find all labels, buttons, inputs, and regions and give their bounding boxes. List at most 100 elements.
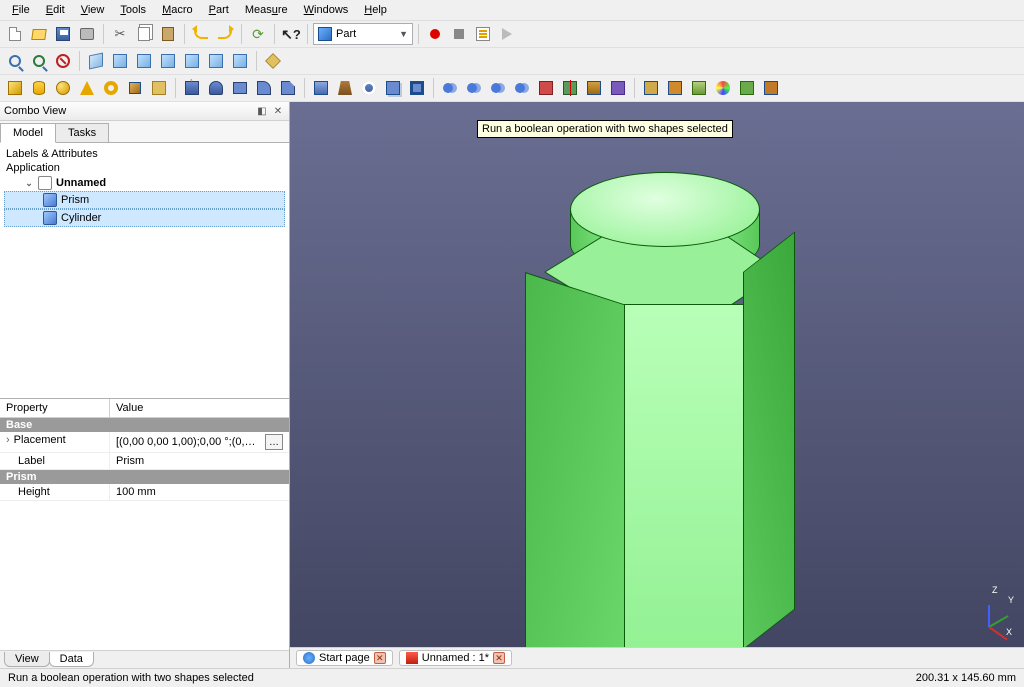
isometric-button[interactable] xyxy=(85,50,107,72)
cylinder-button[interactable] xyxy=(28,77,50,99)
tab-data[interactable]: Data xyxy=(49,652,94,667)
shape-builder-button[interactable] xyxy=(148,77,170,99)
menu-help[interactable]: Help xyxy=(356,2,395,18)
menubar: File Edit View Tools Macro Part Measure … xyxy=(0,0,1024,21)
compound-button[interactable] xyxy=(607,77,629,99)
property-panel: Property Value Base ›Placement [(0,00 0,… xyxy=(0,398,289,668)
boolean-button[interactable] xyxy=(439,77,461,99)
macro-record-button[interactable] xyxy=(424,23,446,45)
status-message: Run a boolean operation with two shapes … xyxy=(8,672,254,684)
revolve-button[interactable] xyxy=(205,77,227,99)
cut-button[interactable]: ✂ xyxy=(109,23,131,45)
ruled-surface-button[interactable] xyxy=(310,77,332,99)
menu-part[interactable]: Part xyxy=(201,2,237,18)
undock-button[interactable]: ◧ xyxy=(255,104,269,118)
placement-label: Placement xyxy=(14,434,66,446)
tab-view[interactable]: View xyxy=(4,652,50,667)
common-button[interactable] xyxy=(511,77,533,99)
document-icon xyxy=(38,176,52,190)
label-value[interactable]: Prism xyxy=(110,453,289,469)
primitives-button[interactable] xyxy=(124,77,146,99)
macro-play-button[interactable] xyxy=(496,23,518,45)
menu-measure[interactable]: Measure xyxy=(237,2,296,18)
menu-view[interactable]: View xyxy=(73,2,113,18)
save-button[interactable] xyxy=(52,23,74,45)
close-tab-button[interactable]: ✕ xyxy=(374,652,386,664)
cone-button[interactable] xyxy=(76,77,98,99)
refresh-button[interactable]: ⟳ xyxy=(247,23,269,45)
close-tab-button[interactable]: ✕ xyxy=(493,652,505,664)
menu-windows[interactable]: Windows xyxy=(296,2,357,18)
menu-macro[interactable]: Macro xyxy=(154,2,201,18)
front-button[interactable] xyxy=(109,50,131,72)
print-button[interactable] xyxy=(76,23,98,45)
3d-viewport[interactable]: Run a boolean operation with two shapes … xyxy=(290,102,1024,647)
section-button[interactable] xyxy=(559,77,581,99)
draw-style-button[interactable] xyxy=(52,50,74,72)
row-label[interactable]: Label Prism xyxy=(0,453,289,470)
tree-item-prism[interactable]: Prism xyxy=(4,191,285,209)
3d-model xyxy=(490,132,840,647)
cut-bool-button[interactable] xyxy=(463,77,485,99)
row-height[interactable]: Height 100 mm xyxy=(0,484,289,501)
mirror-button[interactable] xyxy=(229,77,251,99)
tree-document[interactable]: ⌄ Unnamed xyxy=(4,175,285,191)
sweep-button[interactable] xyxy=(358,77,380,99)
bottom-button[interactable] xyxy=(205,50,227,72)
tab-tasks[interactable]: Tasks xyxy=(55,123,109,142)
check-geometry-button[interactable] xyxy=(688,77,710,99)
fuse-button[interactable] xyxy=(487,77,509,99)
fit-selection-button[interactable] xyxy=(28,50,50,72)
appearance-button[interactable] xyxy=(712,77,734,99)
pointer-button[interactable]: ↖? xyxy=(280,23,302,45)
tree-item-cylinder[interactable]: Cylinder xyxy=(4,209,285,227)
chamfer-button[interactable] xyxy=(277,77,299,99)
convert-button[interactable] xyxy=(736,77,758,99)
copy-button[interactable] xyxy=(133,23,155,45)
macros-button[interactable] xyxy=(472,23,494,45)
tab-model[interactable]: Model xyxy=(0,123,56,143)
close-panel-button[interactable]: ✕ xyxy=(271,104,285,118)
macro-stop-button[interactable] xyxy=(448,23,470,45)
menu-tools[interactable]: Tools xyxy=(112,2,154,18)
join-button[interactable] xyxy=(535,77,557,99)
extrude-button[interactable] xyxy=(181,77,203,99)
workbench-label: Part xyxy=(336,28,356,40)
collapse-icon[interactable]: ⌄ xyxy=(24,178,34,189)
row-placement[interactable]: ›Placement [(0,00 0,00 1,00);0,00 °;(0,0… xyxy=(0,432,289,453)
tree-view[interactable]: Labels & Attributes Application ⌄ Unname… xyxy=(0,143,289,398)
label-label: Label xyxy=(0,453,110,469)
make-face-button[interactable] xyxy=(640,77,662,99)
redo-button[interactable] xyxy=(214,23,236,45)
combo-view-title: Combo View ◧ ✕ xyxy=(0,102,289,121)
fit-all-button[interactable] xyxy=(4,50,26,72)
height-value[interactable]: 100 mm xyxy=(110,484,289,500)
menu-edit[interactable]: Edit xyxy=(38,2,73,18)
measure-distance-button[interactable] xyxy=(262,50,284,72)
box-button[interactable] xyxy=(4,77,26,99)
open-button[interactable] xyxy=(28,23,50,45)
offset-button[interactable] xyxy=(382,77,404,99)
workbench-selector[interactable]: Part ▼ xyxy=(313,23,413,45)
document-tabs: Start page ✕ Unnamed : 1* ✕ xyxy=(290,647,1024,668)
cross-sections-button[interactable] xyxy=(583,77,605,99)
new-button[interactable] xyxy=(4,23,26,45)
rear-button[interactable] xyxy=(181,50,203,72)
right-button[interactable] xyxy=(157,50,179,72)
fillet-button[interactable] xyxy=(253,77,275,99)
refine-button[interactable] xyxy=(664,77,686,99)
undo-button[interactable] xyxy=(190,23,212,45)
top-button[interactable] xyxy=(133,50,155,72)
tree-application[interactable]: Application xyxy=(4,161,285,175)
left-button[interactable] xyxy=(229,50,251,72)
thickness-button[interactable] xyxy=(406,77,428,99)
placement-edit-button[interactable]: … xyxy=(265,434,283,450)
import-button[interactable] xyxy=(760,77,782,99)
menu-file[interactable]: File xyxy=(4,2,38,18)
paste-button[interactable] xyxy=(157,23,179,45)
sphere-button[interactable] xyxy=(52,77,74,99)
torus-button[interactable] xyxy=(100,77,122,99)
loft-button[interactable] xyxy=(334,77,356,99)
doctab-unnamed[interactable]: Unnamed : 1* ✕ xyxy=(399,650,512,666)
doctab-start[interactable]: Start page ✕ xyxy=(296,650,393,666)
